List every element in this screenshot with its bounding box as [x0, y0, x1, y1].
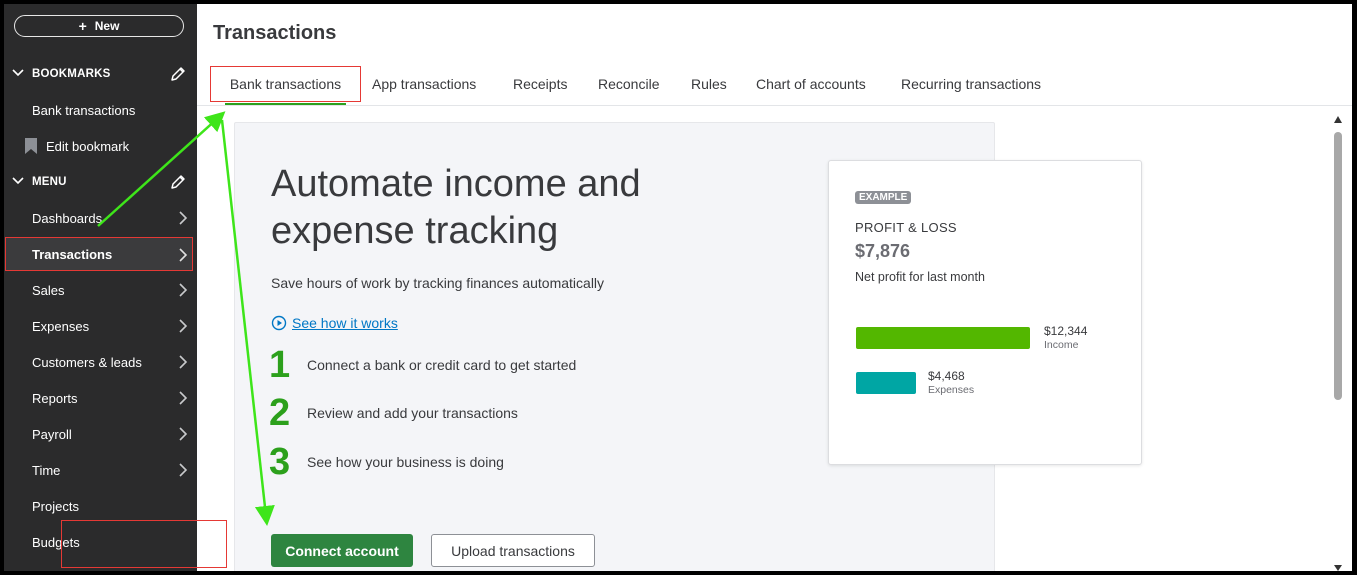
expenses-bar — [856, 372, 916, 394]
plus-icon: + — [78, 18, 87, 34]
income-label: Income — [1044, 339, 1079, 351]
upload-transactions-button[interactable]: Upload transactions — [431, 534, 595, 567]
step-3: 3 See how your business is doing — [269, 440, 504, 483]
sidebar-item-expenses[interactable]: Expenses — [4, 309, 197, 343]
tab-bar: Bank transactions App transactions Recei… — [197, 66, 1352, 106]
connect-account-highlight — [61, 520, 227, 568]
tab-bank-transactions[interactable]: Bank transactions — [210, 66, 361, 105]
hero-title: Automate income and expense tracking — [271, 163, 641, 252]
sidebar-item-dashboards[interactable]: Dashboards — [4, 201, 197, 235]
step-text: Connect a bank or credit card to get sta… — [307, 357, 577, 373]
sidebar-item-label: Sales — [32, 282, 65, 298]
sidebar-item-label: Payroll — [32, 426, 72, 442]
sidebar-item-transactions[interactable]: Transactions — [5, 237, 193, 271]
scrollbar-thumb[interactable] — [1334, 132, 1342, 400]
income-value: $12,344 — [1044, 324, 1088, 338]
sidebar-item-label: Dashboards — [32, 210, 103, 226]
chevron-right-icon — [179, 391, 188, 405]
step-2: 2 Review and add your transactions — [269, 391, 518, 434]
tab-label: Reconcile — [598, 76, 660, 92]
step-number: 3 — [269, 440, 291, 483]
chevron-right-icon — [179, 248, 188, 262]
income-bar — [856, 327, 1030, 349]
tab-label: Rules — [691, 76, 727, 92]
tab-reconcile[interactable]: Reconcile — [598, 76, 659, 92]
new-button-label: New — [94, 19, 120, 33]
tab-label: Receipts — [513, 76, 568, 92]
tab-rules[interactable]: Rules — [691, 76, 727, 92]
sidebar-item-time[interactable]: Time — [4, 453, 197, 487]
sidebar-item-payroll[interactable]: Payroll — [4, 417, 197, 451]
step-text: Review and add your transactions — [307, 405, 518, 421]
sidebar-item-label: Expenses — [32, 318, 90, 334]
sidebar-item-customers-leads[interactable]: Customers & leads — [4, 345, 197, 379]
step-1: 1 Connect a bank or credit card to get s… — [269, 343, 577, 386]
scroll-down-arrow-icon[interactable] — [1334, 565, 1342, 571]
net-profit-note: Net profit for last month — [855, 270, 985, 284]
sidebar-item-label: Reports — [32, 390, 78, 406]
see-how-it-works-link[interactable]: See how it works — [271, 315, 398, 331]
bookmarks-header[interactable]: BOOKMARKS — [4, 63, 197, 85]
vertical-scrollbar[interactable] — [1332, 112, 1344, 571]
sidebar-item-label: Transactions — [32, 246, 113, 262]
bookmark-icon — [25, 138, 37, 154]
sidebar-item-reports[interactable]: Reports — [4, 381, 197, 415]
scroll-up-arrow-icon[interactable] — [1334, 116, 1342, 123]
connect-account-button[interactable]: Connect account — [271, 534, 413, 567]
tab-label: Chart of accounts — [756, 76, 866, 92]
expenses-label: Expenses — [928, 384, 975, 396]
sidebar-item-label: Customers & leads — [32, 354, 142, 370]
tab-app-transactions[interactable]: App transactions — [372, 76, 476, 92]
hero-subtitle: Save hours of work by tracking finances … — [271, 275, 605, 291]
chevron-right-icon — [179, 427, 188, 441]
link-label: See how it works — [292, 315, 398, 331]
bookmark-item-edit[interactable]: Edit bookmark — [4, 129, 197, 163]
step-number: 1 — [269, 343, 291, 386]
chevron-right-icon — [179, 463, 188, 477]
sidebar-item-label: Time — [32, 462, 61, 478]
bookmarks-header-label: BOOKMARKS — [32, 68, 111, 80]
tab-recurring-transactions[interactable]: Recurring transactions — [901, 76, 1041, 92]
sidebar-item-label: Projects — [32, 498, 79, 514]
chevron-right-icon — [179, 355, 188, 369]
tab-label: Bank transactions — [229, 76, 342, 92]
bookmark-item-label: Bank transactions — [32, 102, 136, 118]
page-title: Transactions — [213, 22, 337, 44]
chevron-right-icon — [179, 283, 188, 297]
bookmark-item-bank-transactions[interactable]: Bank transactions — [4, 93, 197, 127]
expenses-value: $4,468 — [928, 369, 965, 383]
tab-active-indicator — [225, 103, 346, 105]
menu-header-label: MENU — [32, 176, 67, 188]
step-text: See how your business is doing — [307, 454, 504, 470]
tab-receipts[interactable]: Receipts — [513, 76, 567, 92]
pencil-icon[interactable] — [170, 174, 186, 190]
main-content: Transactions Bank transactions App trans… — [197, 4, 1352, 571]
chevron-right-icon — [179, 319, 188, 333]
chevron-right-icon — [179, 211, 188, 225]
menu-header[interactable]: MENU — [4, 171, 197, 193]
play-circle-icon — [271, 315, 287, 331]
sidebar-item-projects[interactable]: Projects — [4, 489, 197, 523]
bookmark-item-label: Edit bookmark — [46, 138, 130, 154]
sidebar: + New BOOKMARKS Bank transactions Edit b… — [4, 4, 197, 571]
new-button[interactable]: + New — [14, 15, 184, 37]
step-number: 2 — [269, 391, 291, 434]
tab-label: Recurring transactions — [901, 76, 1042, 92]
tab-chart-of-accounts[interactable]: Chart of accounts — [756, 76, 866, 92]
pencil-icon[interactable] — [170, 66, 186, 82]
sidebar-item-sales[interactable]: Sales — [4, 273, 197, 307]
card-title: PROFIT & LOSS — [855, 220, 957, 235]
app-window: + New BOOKMARKS Bank transactions Edit b… — [4, 4, 1352, 571]
chevron-down-icon — [12, 177, 24, 185]
chevron-down-icon — [12, 69, 24, 77]
example-badge: EXAMPLE — [855, 191, 912, 204]
example-profit-loss-card: EXAMPLE PROFIT & LOSS $7,876 Net profit … — [828, 160, 1142, 465]
net-profit-amount: $7,876 — [855, 241, 911, 261]
tab-label: App transactions — [372, 76, 477, 92]
